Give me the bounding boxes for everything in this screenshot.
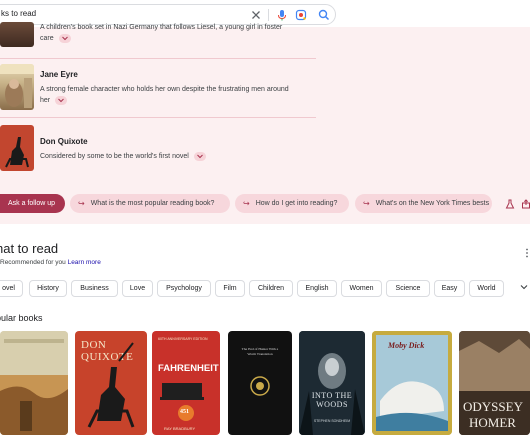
filter-chip[interactable]: Easy [434, 280, 465, 297]
book-cover[interactable]: 60TH ANNIVERSARY EDITION FAHRENHEIT 451 … [152, 331, 220, 435]
filter-chip-label: Business [80, 285, 109, 292]
filter-chip[interactable]: ovel [0, 280, 23, 297]
filter-chip[interactable]: World [469, 280, 504, 297]
book-cover[interactable]: DON QUIXOTE [75, 331, 147, 435]
book-cover-author: HOMER [469, 415, 516, 430]
book-description-text-cont: care [40, 35, 54, 42]
book-cover-art [160, 383, 204, 421]
book-thumbnail[interactable] [0, 125, 34, 171]
filter-chip-label: English [305, 285, 329, 292]
chevron-down-icon [196, 154, 203, 158]
microphone-icon[interactable] [275, 8, 289, 22]
book-cover[interactable] [0, 331, 68, 435]
filter-chip[interactable]: Film [215, 280, 245, 297]
book-cover-title: Moby Dick [388, 341, 425, 350]
book-cover-author: STEPHEN SONDHEIM [313, 419, 351, 423]
book-description: A children's book set in Nazi Germany th… [40, 22, 310, 44]
clear-icon[interactable] [249, 8, 263, 22]
filter-chip-label: Science [395, 285, 421, 292]
follow-up-suggestion[interactable]: ↪ How do I get into reading? [235, 194, 349, 213]
book-cover-title: INTO THE WOODS [311, 391, 353, 409]
book-thumbnail[interactable] [0, 22, 34, 47]
follow-up-suggestion[interactable]: ↪ What's on the New York Times bests [355, 194, 492, 213]
learn-more-link[interactable]: Learn more [68, 259, 101, 266]
section-subtitle: Recommended for you Learn more [0, 259, 101, 266]
ask-follow-up-label: Ask a follow up [8, 200, 56, 207]
filter-chip[interactable]: History [29, 280, 67, 297]
book-description: A strong female character who holds her … [40, 84, 310, 106]
filter-chip-label: World [477, 285, 496, 292]
book-cover-art [250, 376, 270, 396]
divider [0, 117, 316, 118]
book-description-text-cont: her [40, 97, 51, 104]
filter-chip-label: Women [349, 285, 374, 292]
book-cover-title: ODYSSEY [463, 399, 523, 414]
book-description: Considered by some to be the world's fir… [40, 151, 310, 162]
follow-up-arrow-icon: ↪ [243, 199, 250, 208]
book-cover-art [0, 331, 68, 435]
book-cover-title: FAHRENHEIT [158, 363, 219, 374]
filter-chip-label: Children [257, 285, 285, 292]
book-cover[interactable]: Moby Dick [372, 331, 452, 435]
book-cover-author: RAY BRADBURY [164, 426, 196, 431]
book-description-text: A strong female character who holds her … [40, 86, 289, 93]
book-cover[interactable]: INTO THE WOODS STEPHEN SONDHEIM [299, 331, 365, 435]
ask-follow-up-button[interactable]: Ask a follow up [0, 194, 65, 213]
filter-chip[interactable]: Business [71, 280, 118, 297]
filter-chip-label: ovel [2, 285, 15, 292]
follow-up-arrow-icon: ↪ [363, 199, 370, 208]
don-quixote-cover-art [5, 137, 29, 168]
lens-icon[interactable] [294, 8, 308, 22]
popular-books-heading: pular books [0, 313, 43, 323]
subtitle-text: Recommended for you [0, 259, 66, 266]
book-cover[interactable]: The End of Hunter With a Worm Translatio… [228, 331, 292, 435]
expand-button[interactable] [193, 151, 206, 161]
follow-up-suggestion-label: How do I get into reading? [255, 200, 338, 207]
book-cover[interactable]: ODYSSEY HOMER [459, 331, 530, 435]
expand-button[interactable] [58, 33, 71, 43]
filter-chip[interactable]: English [297, 280, 337, 297]
filter-chip-label: History [37, 285, 59, 292]
filter-chip-label: Love [129, 285, 146, 292]
filter-chip[interactable]: Psychology [157, 280, 211, 297]
share-icon[interactable] [521, 199, 530, 209]
book-title[interactable]: Don Quixote [40, 137, 88, 146]
follow-up-suggestion-label: What is the most popular reading book? [90, 200, 215, 207]
more-options-icon[interactable] [525, 248, 529, 258]
filter-chip-label: Easy [441, 285, 458, 292]
book-description-text: Considered by some to be the world's fir… [40, 153, 189, 160]
section-heading: hat to read [0, 241, 59, 256]
search-icon[interactable] [317, 8, 331, 22]
jane-eyre-cover-art [0, 64, 34, 108]
filter-chip[interactable]: Children [249, 280, 293, 297]
filter-chip[interactable]: Women [341, 280, 382, 297]
book-title[interactable]: Jane Eyre [40, 70, 78, 79]
flask-icon[interactable] [505, 199, 515, 209]
chevron-down-icon[interactable] [520, 284, 528, 290]
follow-up-arrow-icon: ↪ [78, 199, 85, 208]
filter-chip[interactable]: Science [386, 280, 430, 297]
follow-up-suggestion-label: What's on the New York Times bests [375, 200, 490, 207]
chevron-down-icon [61, 36, 68, 40]
divider [268, 9, 269, 21]
search-input[interactable]: ks to read [1, 9, 36, 18]
book-cover-art [87, 342, 135, 428]
divider [0, 58, 316, 59]
book-thumbnail[interactable] [0, 64, 34, 110]
follow-up-suggestion[interactable]: ↪ What is the most popular reading book? [70, 194, 230, 213]
chevron-down-icon [58, 98, 64, 102]
filter-chip-label: Psychology [166, 285, 202, 292]
filter-chip[interactable]: Love [122, 280, 153, 297]
expand-button[interactable] [55, 95, 68, 105]
filter-chip-label: Film [223, 285, 237, 292]
book-description-text: A children's book set in Nazi Germany th… [40, 24, 283, 31]
book-cover-number: 451 [180, 409, 189, 415]
